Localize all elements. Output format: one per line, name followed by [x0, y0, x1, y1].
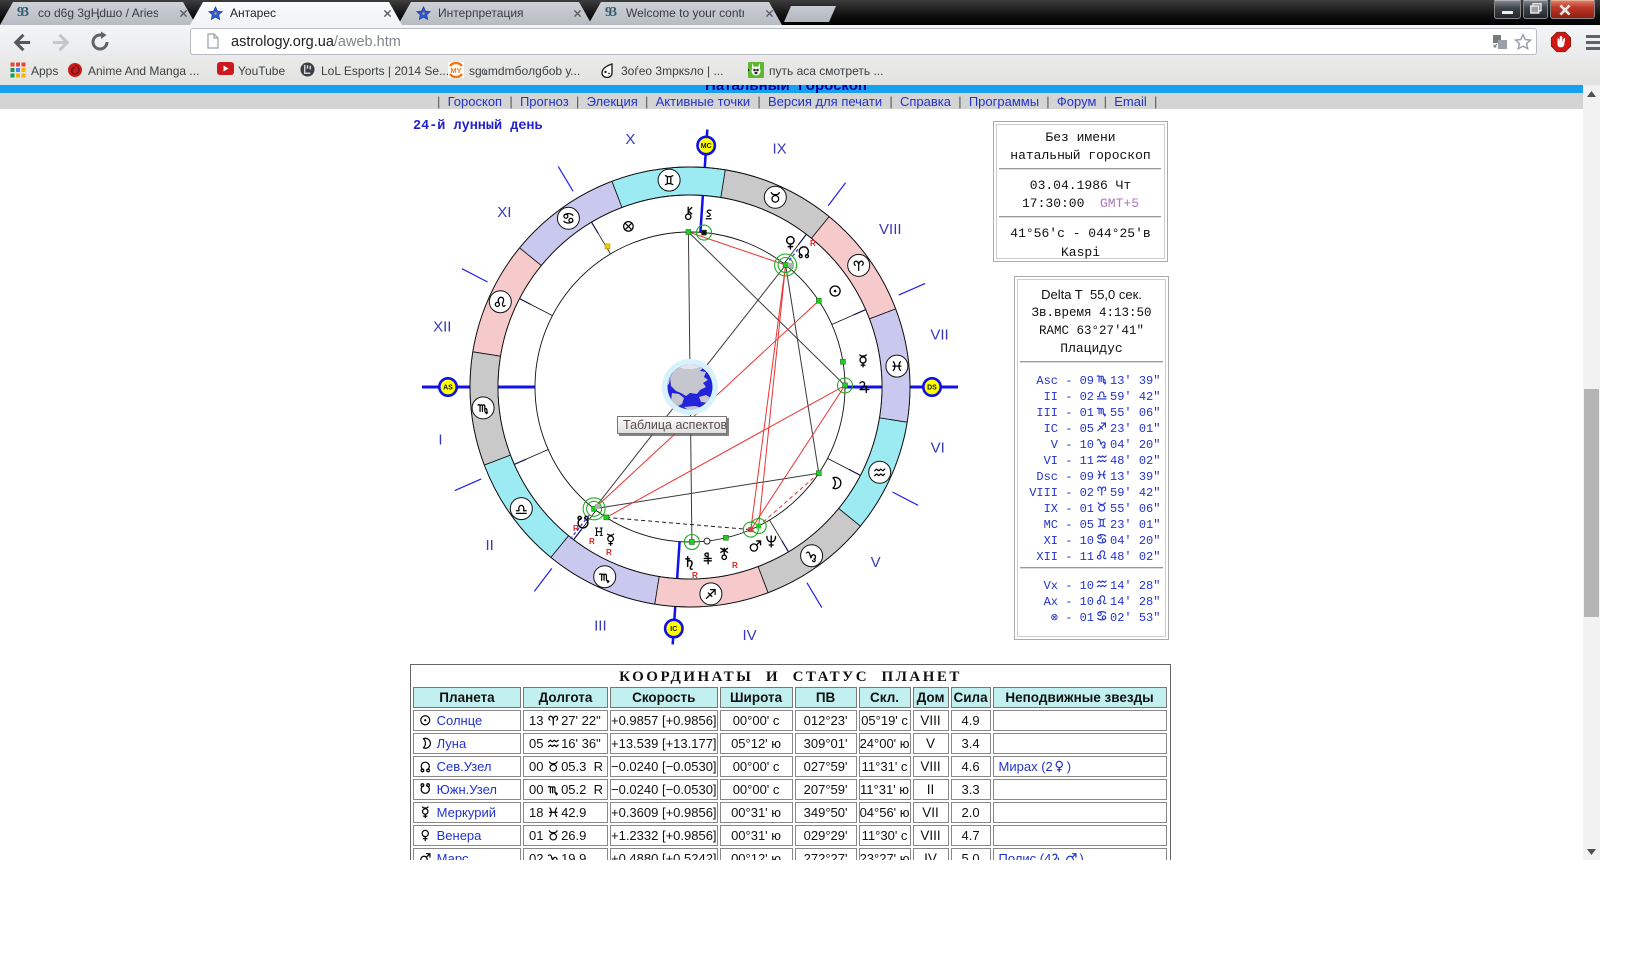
svg-text:VIII: VIII	[879, 221, 902, 238]
svg-text:I: I	[438, 432, 442, 449]
svg-text:IC: IC	[670, 626, 677, 633]
svg-text:AS: AS	[443, 385, 453, 392]
svg-text:R: R	[606, 548, 612, 557]
svg-text:II: II	[486, 537, 494, 554]
svg-text:XI: XI	[497, 204, 511, 221]
svg-text:V: V	[871, 554, 881, 571]
svg-text:R: R	[810, 239, 816, 248]
svg-text:R: R	[692, 571, 698, 580]
svg-text:MC: MC	[701, 143, 712, 150]
svg-text:DS: DS	[927, 385, 937, 392]
svg-text:VI: VI	[931, 439, 945, 456]
svg-text:R: R	[589, 537, 595, 546]
svg-text:III: III	[594, 618, 607, 635]
svg-text:IX: IX	[773, 140, 787, 157]
svg-text:R: R	[732, 561, 738, 570]
svg-text:IV: IV	[743, 627, 757, 644]
svg-text:VII: VII	[930, 327, 948, 344]
svg-text:X: X	[625, 131, 635, 148]
svg-text:XII: XII	[433, 319, 451, 336]
